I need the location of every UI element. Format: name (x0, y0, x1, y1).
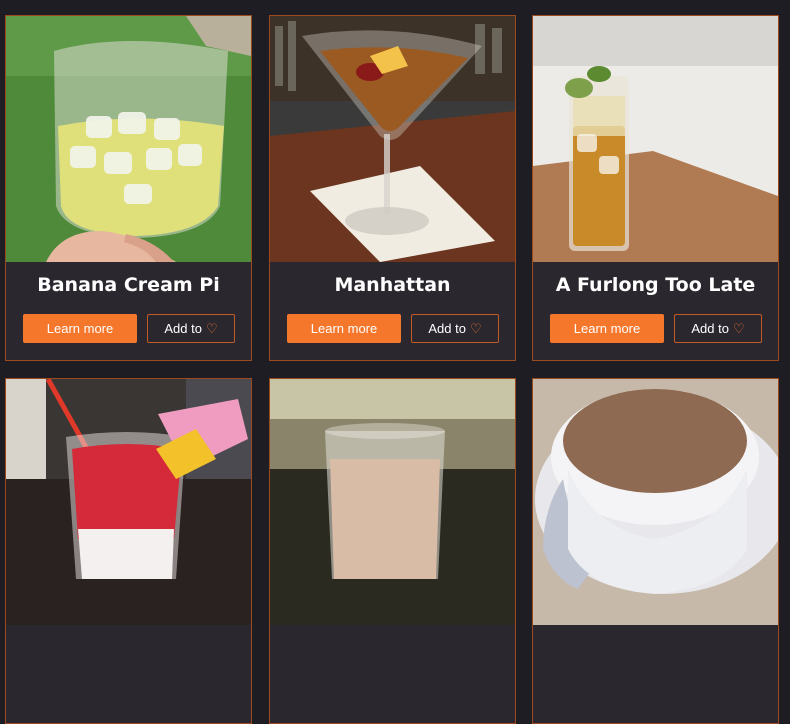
drink-card (5, 378, 252, 724)
drink-photo[interactable] (6, 379, 251, 625)
learn-more-button[interactable]: Learn more (550, 314, 664, 343)
drink-card: Manhattan Learn more Add to ♡ (269, 15, 516, 361)
heart-outline-icon: ♡ (732, 321, 745, 336)
heart-outline-icon: ♡ (469, 321, 482, 336)
drink-grid: Banana Cream Pi Learn more Add to ♡ Manh… (0, 0, 790, 724)
drink-photo[interactable] (270, 16, 515, 262)
drink-photo[interactable] (533, 379, 778, 625)
drink-photo[interactable] (6, 16, 251, 262)
drink-card (532, 378, 779, 724)
add-to-label: Add to (428, 321, 466, 336)
add-to-favorites-button[interactable]: Add to ♡ (147, 314, 235, 343)
heart-outline-icon: ♡ (205, 321, 218, 336)
drink-photo[interactable] (270, 379, 515, 625)
learn-more-button[interactable]: Learn more (23, 314, 137, 343)
drink-card: A Furlong Too Late Learn more Add to ♡ (532, 15, 779, 361)
drink-title: A Furlong Too Late (555, 274, 756, 296)
add-to-favorites-button[interactable]: Add to ♡ (674, 314, 762, 343)
drink-photo[interactable] (533, 16, 778, 262)
drink-title: Banana Cream Pi (37, 274, 220, 296)
drink-title: Manhattan (334, 274, 451, 296)
add-to-label: Add to (164, 321, 202, 336)
add-to-label: Add to (691, 321, 729, 336)
drink-card (269, 378, 516, 724)
drink-card: Banana Cream Pi Learn more Add to ♡ (5, 15, 252, 361)
add-to-favorites-button[interactable]: Add to ♡ (411, 314, 499, 343)
learn-more-button[interactable]: Learn more (287, 314, 401, 343)
